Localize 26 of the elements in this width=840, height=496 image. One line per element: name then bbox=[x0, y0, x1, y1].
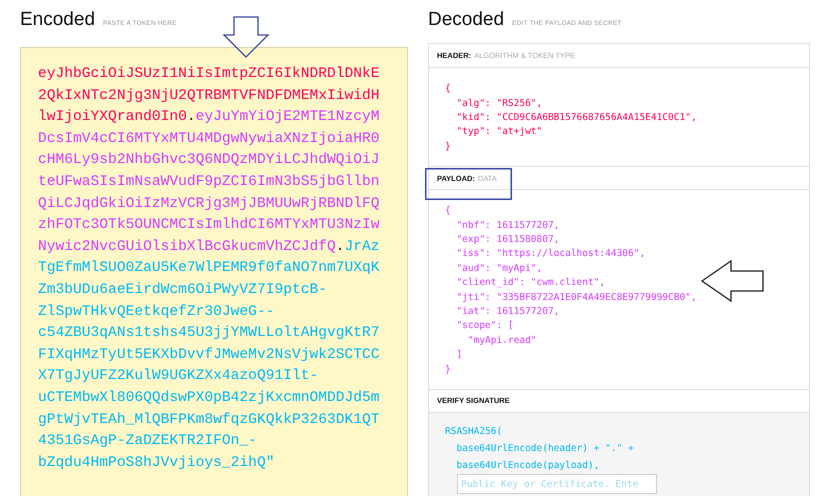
code-line: "client_id": "cwm.client", bbox=[455, 276, 606, 290]
code-line: "kid": "CCD9C6A6BB1576687656A4A15E41C0C1", bbox=[455, 110, 698, 125]
key-input-field[interactable]: Public Key or Certificate. Ente bbox=[457, 474, 657, 494]
code-line: "aud": "myApi", bbox=[455, 262, 544, 276]
code-line: "iat": 1611577207, bbox=[455, 304, 560, 319]
down-arrow-annotation bbox=[222, 16, 270, 58]
code-line: "nbf": 1611577207, bbox=[455, 218, 560, 233]
code-line: "jti": "335BF8722A1E0F4A49EC8E9779999CB0", bbox=[455, 290, 698, 305]
code-line: ] bbox=[455, 348, 464, 362]
code-line: "iss": "https://localhost:44306", bbox=[455, 247, 646, 262]
code-line: "myApi.read" bbox=[466, 334, 538, 348]
decoded-title: Decoded bbox=[428, 8, 504, 32]
left-arrow-annotation bbox=[701, 260, 765, 303]
token-input[interactable]: eyJhbGciOiJSUzI1NiIsImtpZCI6IkNDRDlDNkE 2QkIxNTc2Njg3NjU2QTRBMTVFNDFDMEMxIiwidH lwIjoiYXQrand0In0.eyJuYmYiOjE2MTE1NzcyM DcsImV4cCI6MTYxMTU4MDgwNywiaXNzIjoiaHR0 cHM6Ly9sb2NhbGhvc3Q6NDQzMDYiLCJhdWQiOiJ teUFwaSIsImNsaWVudF9pZCI6ImN3bS5jbGllbn QiLCJqdGkiOiIzMzVCRjg3MjJBMUUwRjRBNDlFQ zhFOTc3OTk5OUNCMCIsImlhdCI6MTYxMTU3NzIw Nywic2NvcGUiOlsibXlBcGkucmVhZCJdfQ.JrAz TgEfmMlSUO0ZaU5Ke7WlPEMR9f0faNO7nm7UXqK Zm3bUDu6aeEirdWcm6OiPWyVZ7I9ptcB- ZlSpwTHkvQEetkqefZr30JweG-- c54ZBU3qANs1tshs45U3jjYMWLLoltAHgvgKtR7 FIXqHMzTyUt5EKXbDvvfJMweMv2NsVjwk2SCTCC X7TgJyUFZ2KulW9UGKZXx4azoQ91Ilt- uCTEMbwXl806QQdswPX0pB42zjKxcmnOMDDJd5m gPtWjvTEAh_MlQBFPKm8wfqzGKQkkP3263DK1QT 4351GsAgP-ZaDZEKTR2IFOn_- bZqdu4HmPoS8hJVvjioys_2ihQ" bbox=[20, 47, 408, 496]
code-line: } bbox=[445, 140, 452, 154]
code-line: RSASHA256( bbox=[445, 425, 504, 439]
code-line: base64UrlEncode(header) + "." + bbox=[455, 442, 635, 456]
code-line: "scope": [ bbox=[455, 319, 515, 334]
code-line: "alg": "RS256", bbox=[455, 96, 544, 110]
code-line: } bbox=[445, 362, 452, 377]
code-line: base64UrlEncode(payload), bbox=[455, 459, 600, 473]
code-line: "exp": 1611580807, bbox=[455, 232, 560, 247]
code-line: "typ": "at+jwt" bbox=[455, 125, 544, 140]
code-line: { bbox=[445, 204, 452, 218]
code-line: { bbox=[445, 82, 452, 96]
encoded-title: Encoded bbox=[20, 8, 96, 32]
